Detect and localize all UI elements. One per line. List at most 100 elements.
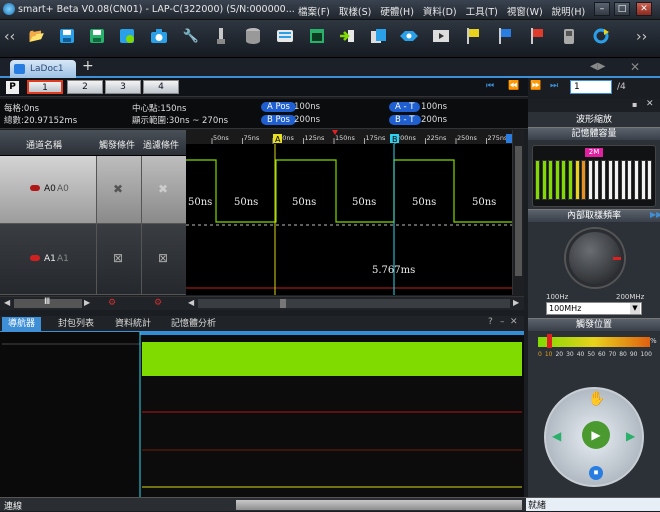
trigger-position-title: 觸發位置 <box>528 318 660 331</box>
copy-icon[interactable] <box>368 25 390 47</box>
filter-cell[interactable]: ✖ <box>141 156 186 223</box>
wave-scroll-right-icon[interactable]: ▶ <box>513 298 519 307</box>
minimize-button[interactable]: – <box>594 2 610 16</box>
menu-data[interactable]: 資料(D) <box>423 4 457 18</box>
next-page-icon[interactable]: ⏩ <box>530 81 541 91</box>
memory-bar <box>647 160 653 200</box>
page-total: /4 <box>617 82 626 92</box>
marker-b-icon[interactable] <box>494 25 516 47</box>
trigger-cell[interactable]: ✖ <box>96 156 141 223</box>
waveform-scroll-track[interactable] <box>198 299 510 308</box>
page-3-button[interactable]: 3 <box>105 80 141 94</box>
trigger-scale-tick: 100 <box>640 351 652 358</box>
scroll-left-icon[interactable]: ◀ <box>4 298 10 307</box>
menu-sample[interactable]: 取樣(S) <box>339 4 371 18</box>
menu-hardware[interactable]: 硬體(H) <box>380 4 414 18</box>
bus-icon[interactable] <box>398 25 420 47</box>
save-icon[interactable] <box>56 25 78 47</box>
trigger-scale-tick: 70 <box>608 351 617 358</box>
prev-page-icon[interactable]: ⏪ <box>508 81 519 91</box>
waveform-scroll-thumb[interactable] <box>280 299 286 308</box>
title-bar: smart+ Beta V0.08(CN01) - LAP-C(322000) … <box>0 0 660 20</box>
close-button[interactable]: ✕ <box>636 2 652 16</box>
marker-a-icon[interactable] <box>462 25 484 47</box>
play-center-button[interactable]: ▶ <box>582 421 610 449</box>
sample-rate-select[interactable]: 100MHz ▼ <box>546 302 642 315</box>
doc-tab-ladoc1[interactable]: LaDoc1 <box>10 60 76 78</box>
page-1-button[interactable]: 1 <box>27 80 63 94</box>
camera-icon[interactable] <box>148 25 170 47</box>
waveform-vertical-scrollbar[interactable] <box>512 130 524 295</box>
trigger-scale-tick: 90 <box>629 351 638 358</box>
menu-file[interactable]: 檔案(F) <box>298 4 330 18</box>
page-2-button[interactable]: 2 <box>67 80 103 94</box>
sample-rate-knob[interactable] <box>566 229 624 287</box>
probe-icon[interactable] <box>210 25 232 47</box>
pan-left-icon[interactable]: ◀ <box>552 429 561 443</box>
page-p-button[interactable]: P <box>6 81 19 94</box>
pan-right-icon[interactable]: ▶ <box>626 429 635 443</box>
vertical-scroll-thumb[interactable] <box>515 146 522 276</box>
device-icon[interactable] <box>558 25 580 47</box>
menu-help[interactable]: 說明(H) <box>552 4 586 18</box>
right-panel-close-icon[interactable]: ✕ <box>646 99 654 109</box>
pan-hand-icon[interactable]: ✋ <box>588 391 605 407</box>
navigator-viewport-bar[interactable] <box>140 332 524 335</box>
tab-packet-list[interactable]: 封包列表 <box>52 317 100 332</box>
filter-settings-icon[interactable]: ⚙ <box>154 298 162 308</box>
page-4-button[interactable]: 4 <box>143 80 179 94</box>
settings-save-icon[interactable] <box>116 25 138 47</box>
scroll-right-icon[interactable]: ▶ <box>84 298 90 307</box>
channel-row-a1[interactable]: A1 A1 ⊠ ⊠ <box>0 224 186 295</box>
filter-cell[interactable]: ⊠ <box>141 224 186 294</box>
channel-scroll-track[interactable]: Ⅲ <box>14 297 82 308</box>
tab-prev-icon[interactable]: ◀▶ <box>590 61 605 72</box>
expand-toolbar-button[interactable]: ›› <box>636 29 647 45</box>
navigator-view[interactable] <box>0 332 524 497</box>
wave-scroll-left-icon[interactable]: ◀ <box>188 298 194 307</box>
trigger-scale-tick: 80 <box>619 351 627 358</box>
refresh-icon[interactable] <box>590 25 612 47</box>
tab-close-icon[interactable]: ✕ <box>630 60 640 74</box>
collapse-toolbar-button[interactable]: ‹‹ <box>4 29 15 45</box>
stop-button[interactable]: ⏹ <box>589 466 603 480</box>
tab-navigator[interactable]: 導航器 <box>2 317 42 332</box>
navigation-pad[interactable]: ✋ ◀ ▶ ▶ ⏹ <box>544 387 644 487</box>
trigger-cell[interactable]: ⊠ <box>96 224 141 294</box>
panel-close-button[interactable]: ✕ <box>510 317 518 327</box>
tab-memory-analysis[interactable]: 記憶體分析 <box>165 317 222 332</box>
help-button[interactable]: ? <box>488 317 493 327</box>
marker-t-icon[interactable] <box>526 25 548 47</box>
open-folder-icon[interactable]: 📂 <box>26 25 48 47</box>
tab-data-statistics[interactable]: 資料統計 <box>109 317 157 332</box>
pin-icon[interactable]: ▪ <box>632 100 637 109</box>
page-number-input[interactable]: 1 <box>570 80 612 94</box>
first-page-icon[interactable]: ⏮ <box>486 81 494 91</box>
sample-expand-icon[interactable]: ▶▶ <box>650 210 660 219</box>
memory-bar <box>627 160 633 200</box>
maximize-button[interactable]: □ <box>614 2 630 16</box>
last-page-icon[interactable]: ⏭ <box>550 81 558 91</box>
sample-rate-value: 100MHz <box>549 304 582 313</box>
trigger-settings-icon[interactable]: ⚙ <box>108 298 116 308</box>
waveform-area[interactable]: 50ns 75ns 100ns 125ns 150ns 175ns 200ns 225ns 25… <box>186 130 526 295</box>
trigger-slider-thumb[interactable] <box>547 334 553 348</box>
menu-window[interactable]: 視窗(W) <box>507 4 543 18</box>
save-as-icon[interactable] <box>86 25 108 47</box>
keyboard-icon[interactable] <box>274 25 296 47</box>
menu-tools[interactable]: 工具(T) <box>466 4 498 18</box>
window-icon[interactable] <box>306 25 328 47</box>
database-icon[interactable] <box>242 25 264 47</box>
memory-bar <box>548 160 554 200</box>
panel-minimize-button[interactable]: – <box>500 317 505 327</box>
export-icon[interactable] <box>336 25 358 47</box>
add-tab-button[interactable]: + <box>82 58 94 74</box>
video-icon[interactable] <box>430 25 452 47</box>
memory-bar <box>581 160 587 200</box>
channel-row-a0[interactable]: A0 A0 ✖ ✖ <box>0 156 186 224</box>
memory-bar <box>554 160 560 200</box>
trigger-position-slider[interactable] <box>538 334 650 348</box>
tools-icon[interactable]: 🔧 <box>180 25 202 47</box>
memory-bar <box>535 160 540 200</box>
memory-gauge[interactable]: 2M <box>532 145 656 207</box>
